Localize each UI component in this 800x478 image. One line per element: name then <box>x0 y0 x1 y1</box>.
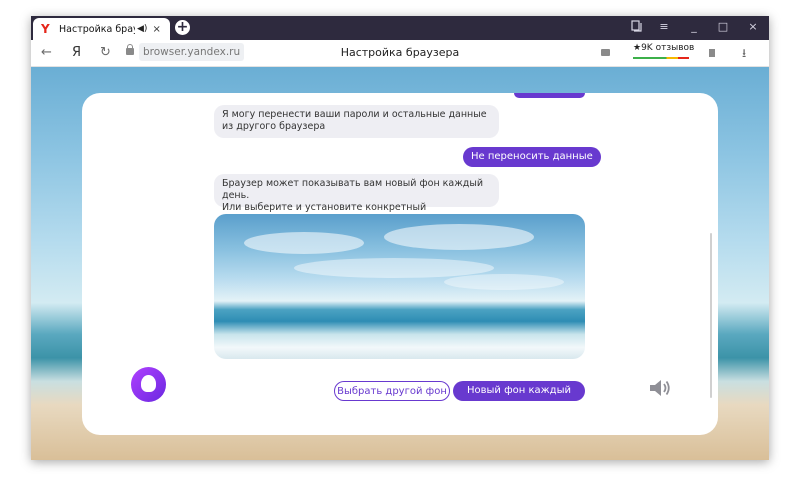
lock-icon <box>126 44 134 55</box>
minimize-icon[interactable]: _ <box>686 20 702 33</box>
tab-close-icon[interactable]: × <box>152 24 160 35</box>
back-icon[interactable]: ← <box>41 45 52 60</box>
new-background-daily-button[interactable]: Новый фон каждый день <box>453 381 585 416</box>
browser-window: Y Настройка браузера ◀) × + ≡ _ □ × ← Я … <box>31 16 769 460</box>
reviews-badge[interactable]: ★9K отзывов <box>633 43 694 53</box>
user-reply-bubble: Не переносить данные <box>463 147 601 167</box>
previous-reply-bubble <box>514 93 585 98</box>
chat-icon[interactable] <box>601 49 610 56</box>
yandex-favicon-icon: Y <box>41 22 50 36</box>
tab-title: Настройка браузера <box>59 23 135 35</box>
background-preview-image <box>214 214 585 359</box>
tab-settings[interactable]: Y Настройка браузера ◀) × <box>33 18 170 40</box>
page-background: Я могу перенести ваши пароли и остальные… <box>31 67 769 460</box>
choose-other-background-button[interactable]: Выбрать другой фон <box>334 381 450 401</box>
maximize-icon[interactable]: □ <box>715 20 731 33</box>
yandex-home-icon[interactable]: Я <box>72 45 81 60</box>
collections-icon[interactable] <box>628 20 644 35</box>
address-bar: ← Я ↻ browser.yandex.ru Настройка браузе… <box>31 40 769 67</box>
assistant-message: Браузер может показывать вам новый фон к… <box>214 174 499 213</box>
menu-icon[interactable]: ≡ <box>656 20 672 33</box>
reload-icon[interactable]: ↻ <box>100 45 111 60</box>
new-tab-button[interactable]: + <box>175 20 190 35</box>
bookmark-icon[interactable] <box>709 49 715 57</box>
reviews-label: 9K отзывов <box>641 43 695 53</box>
assistant-message: Я могу перенести ваши пароли и остальные… <box>214 105 499 138</box>
speaker-icon[interactable] <box>648 377 672 399</box>
close-icon[interactable]: × <box>745 20 761 33</box>
rating-bar <box>633 57 689 59</box>
alice-assistant-icon[interactable] <box>131 367 166 402</box>
speaker-icon[interactable]: ◀) <box>137 24 147 34</box>
title-bar: Y Настройка браузера ◀) × + ≡ _ □ × <box>31 16 769 40</box>
url-field[interactable]: browser.yandex.ru <box>139 43 245 61</box>
download-icon[interactable]: ⭳ <box>742 44 746 65</box>
star-icon: ★ <box>633 43 642 53</box>
scrollbar[interactable] <box>710 233 712 398</box>
setup-card: Я могу перенести ваши пароли и остальные… <box>82 93 718 435</box>
